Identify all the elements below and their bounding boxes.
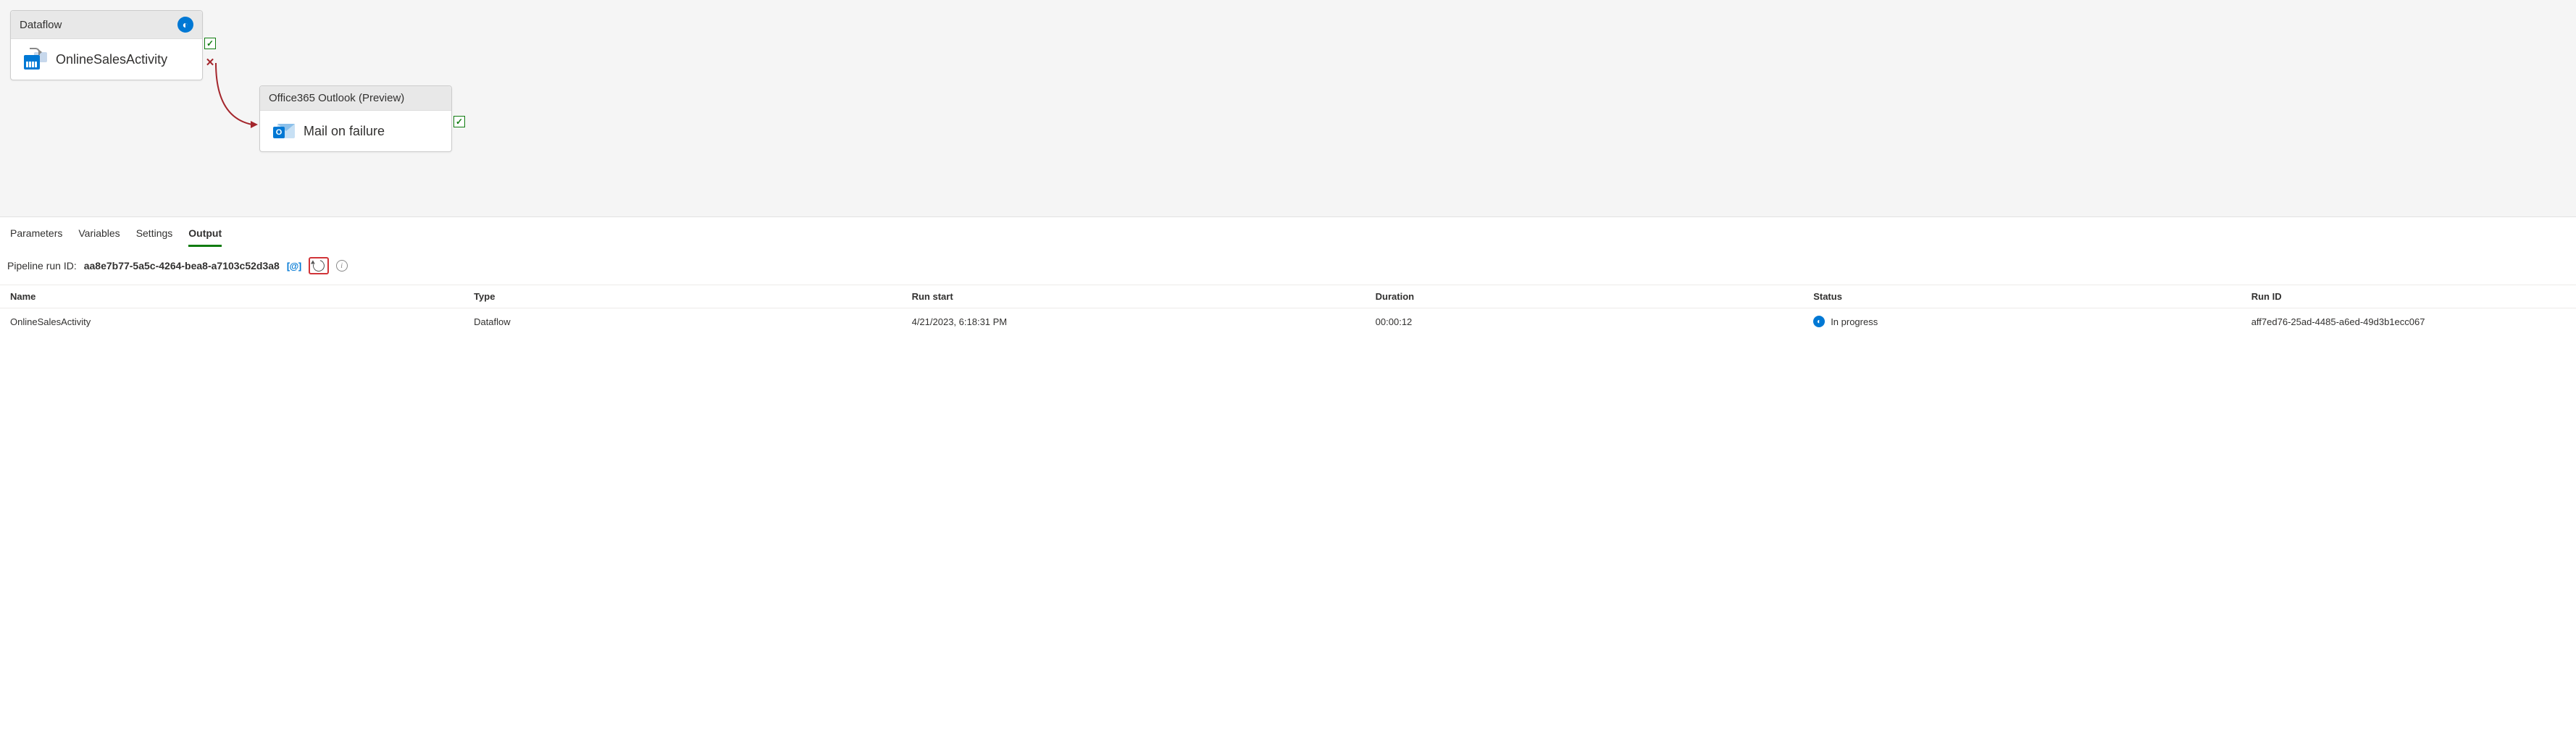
- debug-badge-icon: [@]: [287, 261, 301, 272]
- activity-body: OnlineSalesActivity: [11, 39, 202, 80]
- column-header-status[interactable]: Status: [1803, 285, 2241, 308]
- table-row[interactable]: OnlineSalesActivity Dataflow 4/21/2023, …: [0, 308, 2576, 335]
- failure-status-icon: ✕: [204, 56, 216, 68]
- cell-duration: 00:00:12: [1366, 308, 1804, 335]
- cell-runid: aff7ed76-25ad-4485-a6ed-49d3b1ecc067: [2241, 308, 2576, 335]
- activity-header: Dataflow: [11, 11, 202, 39]
- info-icon[interactable]: i: [336, 260, 348, 272]
- activity-outlook[interactable]: Office365 Outlook (Preview) O Mail on fa…: [259, 85, 452, 152]
- dataflow-icon: [24, 49, 47, 70]
- activity-header: Office365 Outlook (Preview): [260, 86, 451, 111]
- cell-name: OnlineSalesActivity: [0, 308, 464, 335]
- activity-type-label: Dataflow: [20, 19, 62, 31]
- activity-name: Mail on failure: [304, 124, 385, 139]
- success-status-icon: ✓: [204, 38, 216, 49]
- refresh-icon: [311, 258, 327, 274]
- table-header-row: Name Type Run start Duration Status Run …: [0, 285, 2576, 308]
- activity-dataflow[interactable]: Dataflow OnlineSalesActivity: [10, 10, 203, 80]
- column-header-duration[interactable]: Duration: [1366, 285, 1804, 308]
- tab-variables[interactable]: Variables: [78, 224, 120, 247]
- cell-status: ◐ In progress: [1803, 308, 2241, 335]
- refresh-button[interactable]: [309, 257, 329, 274]
- column-header-runstart[interactable]: Run start: [902, 285, 1366, 308]
- tab-output[interactable]: Output: [188, 224, 222, 247]
- output-table: Name Type Run start Duration Status Run …: [0, 285, 2576, 335]
- in-progress-icon: ◐: [1813, 316, 1825, 327]
- cell-type: Dataflow: [464, 308, 902, 335]
- column-header-name[interactable]: Name: [0, 285, 464, 308]
- output-tabs: Parameters Variables Settings Output: [0, 217, 2576, 247]
- pipeline-run-id-value: aa8e7b77-5a5c-4264-bea8-a7103c52d3a8: [84, 260, 280, 272]
- output-toolbar: Pipeline run ID: aa8e7b77-5a5c-4264-bea8…: [0, 247, 2576, 285]
- in-progress-icon: [177, 17, 193, 33]
- status-text: In progress: [1831, 316, 1878, 327]
- outlook-icon: O: [273, 121, 295, 141]
- tab-parameters[interactable]: Parameters: [10, 224, 62, 247]
- column-header-type[interactable]: Type: [464, 285, 902, 308]
- tab-settings[interactable]: Settings: [136, 224, 173, 247]
- cell-runstart: 4/21/2023, 6:18:31 PM: [902, 308, 1366, 335]
- activity-body: O Mail on failure: [260, 111, 451, 151]
- column-header-runid[interactable]: Run ID: [2241, 285, 2576, 308]
- activity-type-label: Office365 Outlook (Preview): [269, 92, 404, 104]
- pipeline-run-id-label: Pipeline run ID:: [7, 260, 77, 272]
- pipeline-canvas[interactable]: Dataflow OnlineSalesActivity ✓ ✕ Office3…: [0, 0, 2576, 217]
- success-status-icon: ✓: [453, 116, 465, 127]
- activity-name: OnlineSalesActivity: [56, 52, 167, 67]
